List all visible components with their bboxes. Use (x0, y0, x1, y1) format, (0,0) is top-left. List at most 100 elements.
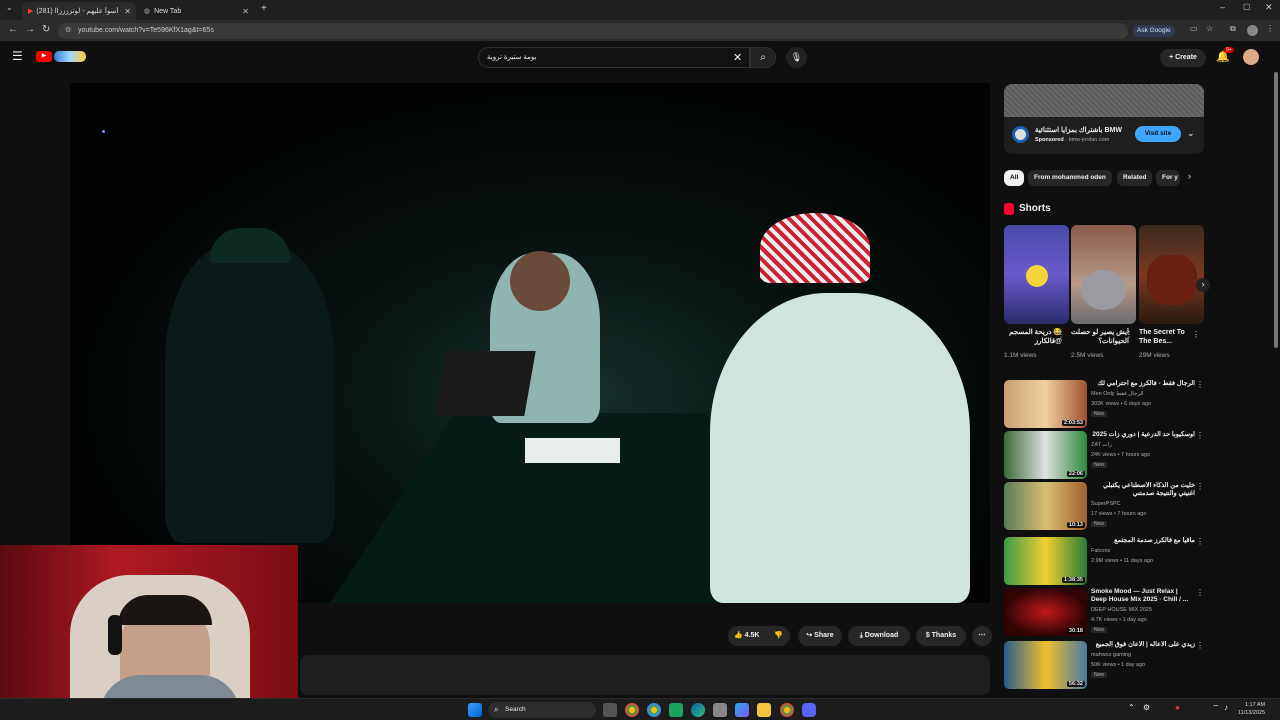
video-menu-icon[interactable]: ⋮ (1196, 431, 1204, 440)
share-label: Share (814, 632, 834, 639)
more-actions-button[interactable]: ⋯ (972, 626, 992, 646)
video-menu-icon[interactable]: ⋮ (1196, 482, 1204, 491)
ask-google-button[interactable]: Ask Google (1133, 25, 1175, 37)
video-list-item[interactable]: 10:13 خليت من الذكاء الاصطناعي يكتبلي اغ… (1004, 482, 1204, 530)
thanks-button[interactable]: $ Thanks (916, 626, 966, 646)
video-menu-icon[interactable]: ⋮ (1196, 380, 1204, 389)
download-label: Download (864, 632, 899, 639)
app-icon[interactable] (669, 703, 683, 717)
description-box[interactable] (300, 655, 990, 695)
video-list-item[interactable]: 2:03:53 الرجال فقط - فالكرز مع احترامي ل… (1004, 380, 1204, 428)
forward-icon[interactable]: → (25, 24, 35, 35)
thumbs-down-icon: 👎 (774, 632, 783, 639)
back-icon[interactable]: ← (8, 24, 18, 35)
tray-mic-icon[interactable]: ● (1175, 703, 1180, 712)
visit-site-button[interactable]: Visit site (1135, 126, 1181, 142)
file-explorer-icon[interactable] (757, 703, 771, 717)
video-thumbnail: 1:38:35 (1004, 537, 1087, 585)
sponsored-ad-card[interactable]: باشتراك بمزايا استثنائية BMW Sponsored ·… (1004, 84, 1204, 154)
reload-icon[interactable]: ↻ (42, 24, 50, 35)
video-channel: Men Only الرجال فقط (1091, 391, 1144, 397)
minimize-icon[interactable]: – (1220, 2, 1225, 12)
short-menu-icon[interactable]: ⋮ (1125, 330, 1133, 339)
new-tab-icon[interactable]: + (261, 3, 267, 14)
like-button[interactable]: 👍 4.5K (734, 626, 759, 646)
maximize-icon[interactable]: ▢ (1243, 2, 1251, 11)
dislike-button[interactable]: 👎 (774, 626, 783, 646)
video-list-item[interactable]: 22:06 اوسكيوبا حد الدرعية | دوري زات 202… (1004, 431, 1204, 479)
download-button[interactable]: ⤓ Download (848, 626, 910, 646)
site-info-icon[interactable]: ⚙ (65, 23, 71, 39)
tray-icon[interactable]: ⚙ (1143, 703, 1150, 712)
chevron-right-icon[interactable]: › (1188, 171, 1191, 181)
short-menu-icon[interactable]: ⋮ (1057, 330, 1065, 339)
video-menu-icon[interactable]: ⋮ (1196, 588, 1204, 597)
tab-list-icon[interactable]: ⌄ (6, 3, 13, 12)
tab-new-tab[interactable]: ◍ New Tab ✕ (138, 2, 254, 20)
video-meta: 302K views • 6 days ago (1091, 401, 1152, 407)
search-button[interactable]: ⌕ (750, 47, 776, 68)
task-view-icon[interactable] (603, 703, 617, 717)
search-icon: ⌕ (760, 52, 766, 63)
ad-banner-image (1004, 84, 1204, 117)
clear-search-icon[interactable]: ✕ (733, 51, 742, 64)
chrome-icon[interactable] (625, 703, 639, 717)
shorts-next-button[interactable]: › (1196, 278, 1210, 292)
page-scrollbar[interactable] (1274, 72, 1278, 348)
close-tab-icon[interactable]: ✕ (124, 7, 131, 16)
youtube-doodle-logo[interactable] (54, 51, 86, 62)
short-thumbnail[interactable] (1004, 225, 1069, 324)
windows-start-icon[interactable] (468, 703, 482, 717)
chip-related[interactable]: Related (1117, 170, 1153, 186)
youtube-logo-icon[interactable]: ▶ (36, 51, 52, 62)
store-icon[interactable] (713, 703, 727, 717)
chip-for-you[interactable]: For y (1156, 170, 1180, 186)
video-title: زيدي على الاعاله | الاعان فوق الجميع (1095, 641, 1195, 648)
taskbar-clock[interactable]: 1:17 AM 11/13/2025 (1238, 701, 1265, 717)
taskbar-search[interactable]: ⌕ Search (488, 702, 596, 718)
cast-icon[interactable]: ▭ (1190, 24, 1198, 33)
voice-search-button[interactable]: 🎙 (786, 47, 807, 68)
video-list-item[interactable]: 30:18 Smoke Mood — Just Relax | Deep Hou… (1004, 588, 1204, 636)
like-count: 4.5K (744, 632, 760, 639)
close-tab-icon[interactable]: ✕ (242, 7, 249, 16)
discord-icon[interactable] (802, 703, 816, 717)
extensions-icon[interactable]: ⧉ (1230, 24, 1236, 34)
volume-icon[interactable]: ♪ (1224, 703, 1228, 712)
search-input[interactable]: يومة ستيرة تروية (478, 47, 750, 68)
short-menu-icon[interactable]: ⋮ (1192, 330, 1200, 339)
tab-youtube[interactable]: ▶ (281) أسوأ عليهم - لوتززززاا - ... ✕ (22, 2, 136, 20)
headphones-icon (108, 615, 122, 655)
close-window-icon[interactable]: ✕ (1265, 2, 1273, 13)
video-frame-person-right (710, 293, 970, 603)
video-player[interactable] (70, 83, 990, 603)
short-thumbnail[interactable] (1071, 225, 1136, 324)
video-duration: 22:06 (1066, 471, 1085, 477)
video-menu-icon[interactable]: ⋮ (1196, 537, 1204, 546)
account-avatar[interactable] (1243, 49, 1259, 65)
video-list-item[interactable]: 56:32 زيدي على الاعاله | الاعان فوق الجم… (1004, 641, 1204, 689)
create-button[interactable]: + Create (1160, 49, 1206, 67)
chrome-profile-icon[interactable] (647, 703, 661, 717)
chip-all[interactable]: All (1004, 170, 1025, 186)
chrome-active-icon[interactable] (780, 703, 794, 717)
video-title: اوسكيوبا حد الدرعية | دوري زات 2025 (1092, 431, 1195, 438)
wifi-icon[interactable]: ⌔ (1212, 703, 1220, 713)
tray-overflow-icon[interactable]: ⌃ (1128, 703, 1135, 712)
edge-icon[interactable] (691, 703, 705, 717)
url-field[interactable]: ⚙ youtube.com/watch?v=Te596KfX1ag&t=65s (58, 23, 1128, 39)
youtube-header: ☰ ▶ يومة ستيرة تروية ✕ ⌕ 🎙 + Create 🔔 9+ (0, 42, 1280, 72)
chevron-down-icon[interactable]: ⌄ (1187, 128, 1195, 139)
hamburger-menu-icon[interactable]: ☰ (12, 49, 23, 63)
copilot-icon[interactable] (735, 703, 749, 717)
shorts-icon (1004, 203, 1014, 215)
video-menu-icon[interactable]: ⋮ (1196, 641, 1204, 650)
chip-from-channel[interactable]: From mohammed oden (1028, 170, 1112, 186)
taskbar-search-label: Search (505, 706, 526, 713)
video-list-item[interactable]: 1:38:35 ماقيا مع فالكرز صدمة المجتمع Fal… (1004, 537, 1204, 585)
profile-avatar[interactable] (1247, 25, 1258, 36)
bookmark-star-icon[interactable]: ☆ (1206, 24, 1213, 33)
browser-menu-icon[interactable]: ⋮ (1266, 24, 1274, 33)
short-thumbnail[interactable] (1139, 225, 1204, 324)
share-button[interactable]: ↪ Share (798, 626, 842, 646)
